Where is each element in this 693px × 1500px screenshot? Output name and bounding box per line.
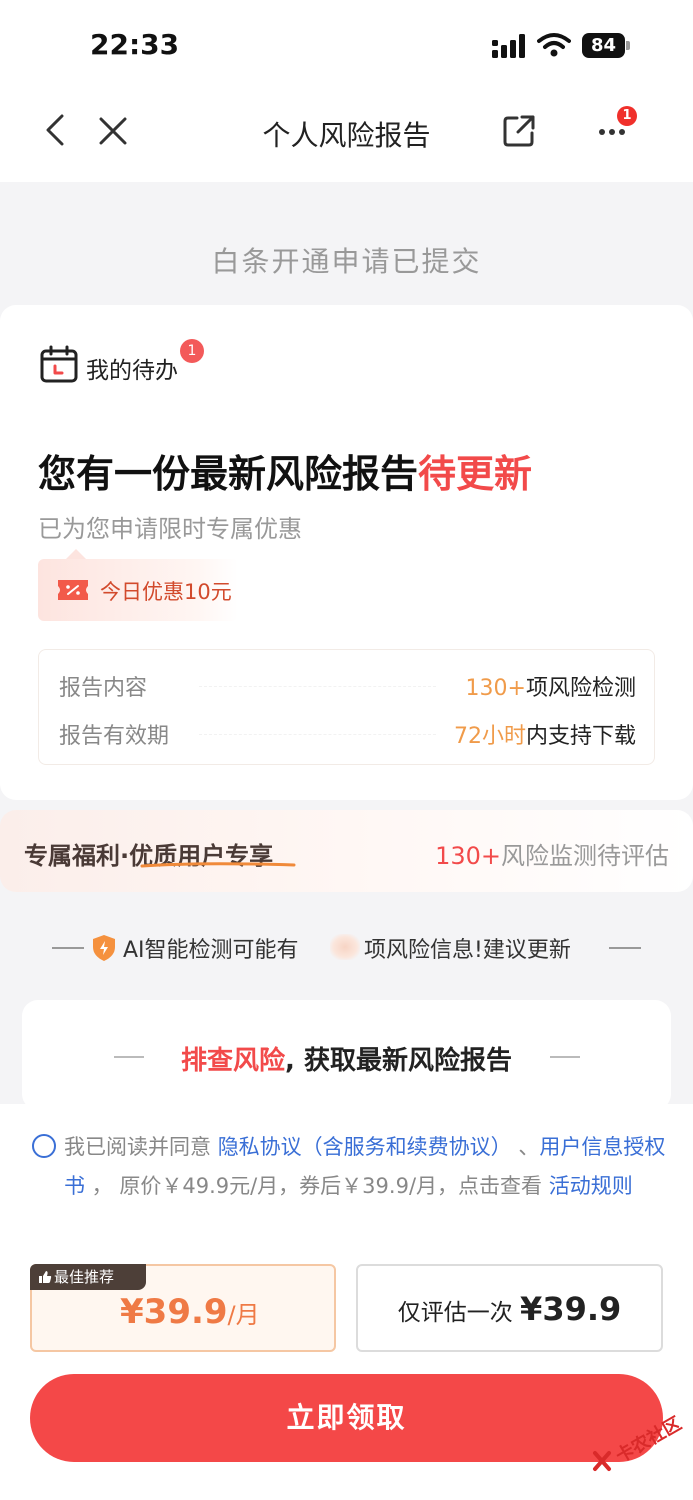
best-tag-label: 最佳推荐 [54, 1268, 115, 1286]
info-value-rest: 项风险检测 [525, 676, 636, 701]
info-divider [199, 686, 436, 687]
ai-text-suffix: 项风险信息!建议更新 [364, 938, 571, 963]
welfare-status: 130+风险监测待评估 [435, 836, 669, 871]
check-risk-card: 排查风险, 获取最新风险报告 [22, 1000, 671, 1110]
monthly-price-value: ¥39.9 [120, 1292, 228, 1332]
battery-tip [626, 41, 630, 50]
status-bar: 22:33 84 [0, 0, 693, 92]
calendar-icon [40, 345, 78, 383]
monthly-price-unit: /月 [227, 1301, 260, 1329]
info-label: 报告内容 [59, 676, 148, 701]
monthly-price: ¥39.9/月 [120, 1292, 260, 1332]
welfare-status-text: 风险监测待评估 [501, 842, 669, 870]
agreement-radio[interactable] [32, 1134, 56, 1158]
info-label: 报告有效期 [59, 724, 170, 749]
welfare-banner[interactable]: 专属福利·优质用户专享 130+风险监测待评估 [0, 810, 693, 892]
info-value: 130+项风险检测 [466, 670, 636, 702]
info-row-validity: 报告有效期 72小时内支持下载 [59, 716, 636, 752]
claim-button[interactable]: 立即领取 [30, 1374, 663, 1462]
info-value-highlight: 130+ [465, 676, 526, 701]
agreement-middle: ， 原价￥49.9元/月，券后￥39.9/月，点击查看 [85, 1174, 549, 1198]
headline-main: 您有一份最新风险报告 [38, 452, 419, 496]
check-risk-title: 排查风险, 获取最新风险报告 [22, 1040, 671, 1077]
todo-label: 我的待办 [86, 358, 178, 384]
blurred-count [330, 934, 360, 960]
report-headline: 您有一份最新风险报告待更新 [38, 443, 532, 498]
page-title: 个人风险报告 [262, 119, 431, 152]
coupon-tag: 今日优惠10元 [38, 549, 238, 621]
bottom-panel: 我已阅读并同意 隐私协议（含服务和续费协议） 、用户信息授权书 ， 原价￥49.… [0, 1104, 693, 1500]
info-value-highlight: 72小时 [453, 724, 526, 749]
battery-indicator: 84 [582, 33, 630, 58]
headline-highlight: 待更新 [418, 452, 533, 496]
info-row-content: 报告内容 130+项风险检测 [59, 668, 636, 704]
coupon-icon [58, 580, 88, 600]
info-value-rest: 内支持下载 [525, 724, 636, 749]
application-status: 白条开通申请已提交 [211, 245, 482, 278]
info-divider [199, 734, 436, 735]
one-time-plan-option[interactable]: 仅评估一次 ¥39.9 [356, 1264, 663, 1352]
offer-subline: 已为您申请限时专属优惠 [38, 515, 302, 543]
welfare-underline [140, 862, 296, 868]
todo-badge: 1 [180, 339, 204, 363]
agreement-sep: 、 [511, 1135, 540, 1159]
status-time: 22:33 [90, 28, 180, 61]
monthly-plan-option[interactable]: 最佳推荐 ¥39.9/月 [30, 1264, 336, 1352]
ai-detection-line: AI智能检测可能有 项风险信息!建议更新 [0, 930, 693, 964]
divider-dash [609, 947, 641, 949]
more-badge: 1 [617, 106, 637, 126]
signal-icon [492, 34, 525, 58]
thumbs-up-icon [39, 1271, 52, 1283]
coupon-text: 今日优惠10元 [100, 580, 232, 604]
ai-text-prefix: AI智能检测可能有 [123, 938, 299, 963]
once-price: ¥39.9 [520, 1290, 622, 1328]
agreement-text: 我已阅读并同意 隐私协议（含服务和续费协议） 、用户信息授权书 ， 原价￥49.… [64, 1128, 668, 1206]
divider-dash [550, 1056, 580, 1058]
once-label: 仅评估一次 [397, 1300, 521, 1326]
activity-rules-link[interactable]: 活动规则 [549, 1174, 633, 1198]
one-time-plan-label: 仅评估一次 ¥39.9 [358, 1290, 661, 1328]
divider-dash [52, 947, 84, 949]
share-icon[interactable] [500, 112, 538, 150]
wifi-icon [537, 33, 571, 57]
best-recommend-tag: 最佳推荐 [30, 1264, 146, 1290]
report-info-box: 报告内容 130+项风险检测 报告有效期 72小时内支持下载 [38, 649, 655, 765]
todo-card: 我的待办 1 您有一份最新风险报告待更新 已为您申请限时专属优惠 今日优惠10元… [0, 305, 693, 800]
nav-bar: 个人风险报告 [0, 92, 693, 182]
check-title-rest: , 获取最新风险报告 [285, 1046, 512, 1076]
check-title-red: 排查风险 [181, 1046, 286, 1076]
privacy-link[interactable]: 隐私协议（含服务和续费协议） [218, 1135, 512, 1159]
shield-icon [93, 935, 115, 961]
info-value: 72小时内支持下载 [454, 718, 636, 750]
battery-level: 84 [582, 33, 625, 58]
agreement-prefix: 我已阅读并同意 [64, 1135, 218, 1159]
watermark-logo-icon [593, 1451, 611, 1471]
welfare-count: 130+ [435, 842, 501, 870]
